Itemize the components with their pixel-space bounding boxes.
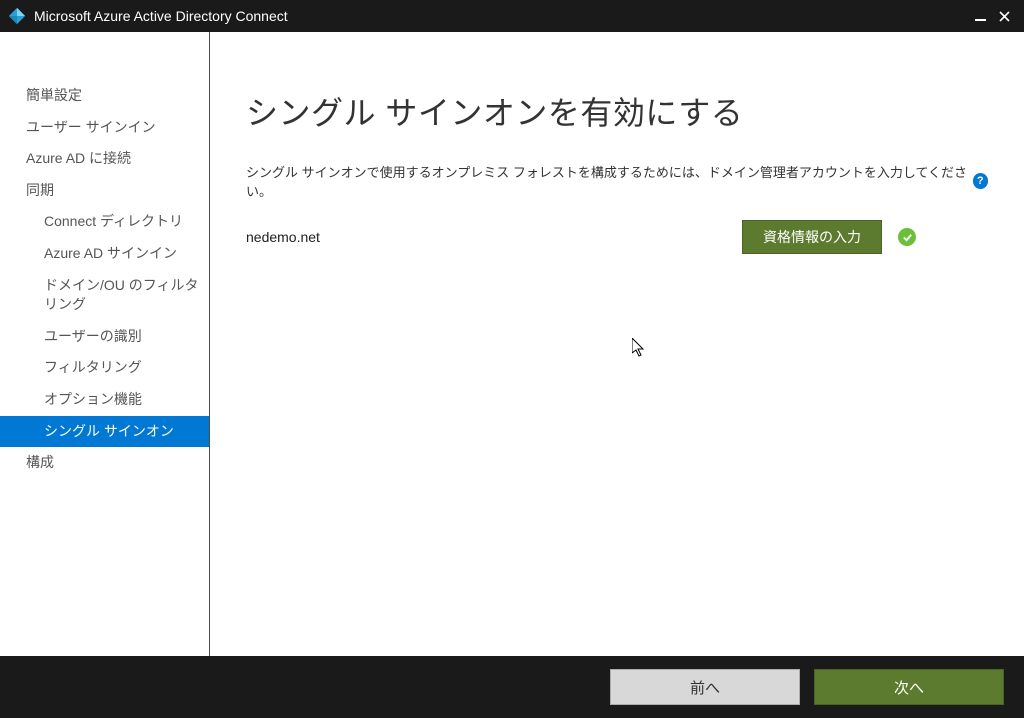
next-button[interactable]: 次へ xyxy=(814,669,1004,705)
success-check-icon xyxy=(898,228,916,246)
minimize-button[interactable] xyxy=(968,4,992,28)
page-title: シングル サインオンを有効にする xyxy=(246,88,988,134)
window-title: Microsoft Azure Active Directory Connect xyxy=(34,8,968,24)
sidebar-item-optional-features[interactable]: オプション機能 xyxy=(0,384,209,416)
close-button[interactable] xyxy=(992,4,1016,28)
forest-actions: 資格情報の入力 xyxy=(742,220,916,254)
previous-button[interactable]: 前へ xyxy=(610,669,800,705)
sidebar-item-domain-ou-filtering[interactable]: ドメイン/OU のフィルタリング xyxy=(0,270,209,321)
page-description: シングル サインオンで使用するオンプレミス フォレストを構成するためには、ドメイ… xyxy=(246,162,988,200)
help-icon[interactable]: ? xyxy=(973,173,988,189)
sidebar-item-connect-azuread[interactable]: Azure AD に接続 xyxy=(0,143,209,175)
sidebar-item-single-signon[interactable]: シングル サインオン xyxy=(0,416,209,448)
wizard-sidebar: 簡単設定 ユーザー サインイン Azure AD に接続 同期 Connect … xyxy=(0,32,210,656)
sidebar-item-express[interactable]: 簡単設定 xyxy=(0,80,209,112)
titlebar: Microsoft Azure Active Directory Connect xyxy=(0,0,1024,32)
sidebar-item-azuread-signin[interactable]: Azure AD サインイン xyxy=(0,238,209,270)
azure-logo-icon xyxy=(8,7,26,25)
sidebar-item-connect-directory[interactable]: Connect ディレクトリ xyxy=(0,206,209,238)
description-text: シングル サインオンで使用するオンプレミス フォレストを構成するためには、ドメイ… xyxy=(246,162,969,200)
sidebar-item-filtering[interactable]: フィルタリング xyxy=(0,352,209,384)
forest-name: nedemo.net xyxy=(246,229,320,245)
sidebar-item-configure[interactable]: 構成 xyxy=(0,447,209,479)
enter-credentials-button[interactable]: 資格情報の入力 xyxy=(742,220,882,254)
wizard-footer: 前へ 次へ xyxy=(0,656,1024,718)
sidebar-item-identify-users[interactable]: ユーザーの識別 xyxy=(0,321,209,353)
forest-row: nedemo.net 資格情報の入力 xyxy=(246,220,916,254)
main-panel: シングル サインオンを有効にする シングル サインオンで使用するオンプレミス フ… xyxy=(210,32,1024,656)
sidebar-item-sync[interactable]: 同期 xyxy=(0,175,209,207)
sidebar-item-user-signin[interactable]: ユーザー サインイン xyxy=(0,112,209,144)
content-area: 簡単設定 ユーザー サインイン Azure AD に接続 同期 Connect … xyxy=(0,32,1024,656)
